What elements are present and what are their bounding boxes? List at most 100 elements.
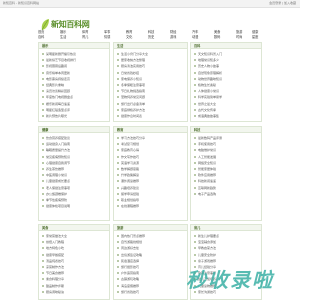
list-item-link[interactable]: 考试复习规划	[121, 142, 139, 146]
list-item-link[interactable]: 睡眠质量提升方法	[46, 148, 70, 152]
list-item-link[interactable]: 网络安全知识	[198, 161, 216, 165]
list-item-link[interactable]: 科技新闻速递	[198, 179, 216, 183]
list-item-link[interactable]: 饮食营养搭配建议	[46, 136, 70, 140]
list-item-link[interactable]: 凉菜制作方法	[46, 265, 64, 269]
list-item-link[interactable]: 旅行省钱技巧	[121, 290, 139, 294]
list-item-link[interactable]: 健康早餐搭配	[46, 253, 64, 257]
list-item-link[interactable]: 电影票房持续走高	[46, 77, 70, 81]
list-item-link[interactable]: 最新数码产品评测	[198, 136, 222, 140]
list-item-link[interactable]: 人体健康小常识	[198, 89, 219, 93]
list-item-link[interactable]: 厨房清洁实用技巧	[121, 64, 145, 68]
list-item-link[interactable]: 家庭教育心得	[121, 148, 139, 152]
list-item[interactable]: 在线课程推荐	[114, 203, 187, 209]
nav-item[interactable]: 百科	[38, 35, 44, 39]
list-item-link[interactable]: 健康作息时间表	[121, 114, 142, 118]
list-item-link[interactable]: 学习方法技巧分享	[121, 136, 145, 140]
list-item-link[interactable]: 科学实验简单易学	[198, 95, 222, 99]
list-item-link[interactable]: 家常菜做法大全	[46, 234, 67, 238]
list-item[interactable]: 厨房调味秘诀	[39, 289, 109, 295]
nav-item[interactable]: 动漫	[192, 35, 198, 39]
list-item-link[interactable]: 历史人物小故事	[198, 64, 219, 68]
list-item-link[interactable]: 演员访谈精彩回顾	[46, 89, 70, 93]
list-item-link[interactable]: 数学解题思路	[121, 167, 139, 171]
list-item-link[interactable]: 明星红毯造型点评	[46, 108, 70, 112]
nav-item[interactable]: 生活	[60, 35, 66, 39]
list-item-link[interactable]: 儿童安全防护	[198, 253, 216, 257]
nav-item[interactable]: 健康	[252, 30, 258, 34]
list-item-link[interactable]: 养生茶饮推荐	[46, 167, 64, 171]
list-item-link[interactable]: 职业规划指导	[121, 198, 139, 202]
list-item-link[interactable]: 居家收纳方法整理	[121, 58, 145, 62]
list-item-link[interactable]: 古镇游玩攻略	[121, 277, 139, 281]
nav-item[interactable]: 育儿	[82, 35, 88, 39]
list-item-link[interactable]: 音乐榜单本周更新	[46, 71, 70, 75]
list-item-link[interactable]: 电子产品选购	[198, 192, 216, 196]
list-item-link[interactable]: 老人保健注意事项	[46, 186, 70, 190]
nav-item[interactable]: 财经	[170, 30, 176, 34]
list-item-link[interactable]: 英语学习资源	[121, 161, 139, 165]
list-item-link[interactable]: 年度热门电视剧盘点	[46, 95, 73, 99]
list-item-link[interactable]: 兴趣培养建议	[121, 186, 139, 190]
list-item-link[interactable]: 季节性疾病预防	[46, 198, 67, 202]
list-item-link[interactable]: 宝宝辅食添加	[198, 240, 216, 244]
list-item[interactable]: 成语典故故事集	[191, 113, 261, 119]
list-item-link[interactable]: 旅行摄影技巧	[121, 265, 139, 269]
list-item-link[interactable]: 周边游好去处	[121, 246, 139, 250]
list-item-link[interactable]: 节日礼物挑选指南	[121, 89, 145, 93]
list-item-link[interactable]: 课外阅读推荐	[121, 179, 139, 183]
list-item-link[interactable]: 成语典故故事集	[198, 114, 219, 118]
list-item-link[interactable]: 世界之最大全	[198, 102, 216, 106]
list-item-link[interactable]: 作文写作技巧	[121, 155, 139, 159]
nav-item[interactable]: 文化	[126, 35, 132, 39]
list-item-link[interactable]: 家电保养小知识	[121, 77, 142, 81]
nav-item[interactable]: 游戏	[170, 35, 176, 39]
list-item-link[interactable]: 在线课程推荐	[121, 204, 139, 208]
nav-item[interactable]: 时尚	[236, 35, 242, 39]
list-item-link[interactable]: 娱乐新闻每日速递	[46, 102, 70, 106]
list-item-link[interactable]: 植物生长奥秘	[198, 83, 216, 87]
list-item[interactable]: 新片预告片曝光	[39, 113, 109, 119]
list-item[interactable]: 健康体检项目说明	[39, 203, 109, 209]
list-item-link[interactable]: 民宿酒店选择	[121, 259, 139, 263]
nav-item[interactable]: 旅游	[236, 30, 242, 34]
list-item-link[interactable]: 留学申请经验	[121, 192, 139, 196]
list-item-link[interactable]: 人工智能发展	[198, 155, 216, 159]
list-item-link[interactable]: 家庭绿植养护方法	[121, 108, 145, 112]
list-item-link[interactable]: 影视圈幕后趣闻	[46, 64, 67, 68]
nav-item[interactable]: 数码	[214, 35, 220, 39]
list-item-link[interactable]: 心理健康自我调节	[46, 161, 70, 165]
list-item-link[interactable]: 节日美食推荐	[46, 271, 64, 275]
nav-item[interactable]: 美食	[214, 30, 220, 34]
nav-item[interactable]: 科技	[148, 30, 154, 34]
nav-item[interactable]: 情感	[104, 35, 110, 39]
list-item-link[interactable]: 某明星新剧开播引热议	[46, 52, 76, 56]
list-item-link[interactable]: 天文知识科普入门	[198, 52, 222, 56]
list-item-link[interactable]: 中医调理小常识	[46, 173, 67, 177]
nav-item[interactable]: 教育	[126, 30, 132, 34]
list-item-link[interactable]: 儿童健康成长要点	[46, 179, 70, 183]
list-item-link[interactable]: 旅行出行必备清单	[121, 102, 145, 106]
list-item-link[interactable]: 地理常识知多少	[198, 58, 219, 62]
nav-item[interactable]: 历史	[148, 35, 154, 39]
list-item-link[interactable]: 海岛度假推荐	[121, 284, 139, 288]
list-item-link[interactable]: 运动健身入门指南	[46, 142, 70, 146]
list-item-link[interactable]: 早教启蒙方法	[198, 246, 216, 250]
list-item-link[interactable]: 出境游签证攻略	[121, 253, 142, 257]
list-item-link[interactable]: 最新综艺节目收视排行	[46, 58, 76, 62]
list-item-link[interactable]: 甜品制作步骤	[46, 284, 64, 288]
list-item-link[interactable]: 生活小窍门分享大全	[121, 52, 148, 56]
list-item-link[interactable]: 亲子游戏推荐	[198, 259, 216, 263]
list-item[interactable]: 旅行省钱技巧	[114, 289, 187, 295]
nav-item[interactable]: 军事	[104, 30, 110, 34]
list-item-link[interactable]: 动物世界趣味知识	[198, 77, 222, 81]
list-item[interactable]: 电子产品选购	[191, 191, 261, 197]
list-item-link[interactable]: 烘焙入门教程	[46, 240, 64, 244]
list-item-link[interactable]: 素食料理分享	[46, 277, 64, 281]
list-item-link[interactable]: 户外露营指南	[121, 271, 139, 275]
nav-item[interactable]: 首页	[38, 30, 44, 34]
nav-item[interactable]: 汽车	[192, 30, 198, 34]
list-item-link[interactable]: 常见疾病预防知识	[46, 155, 70, 159]
list-item-link[interactable]: 冬季保暖注意事项	[121, 83, 145, 87]
list-item-link[interactable]: 新生儿护理要点	[198, 234, 219, 238]
list-item-link[interactable]: 宠物饲养常见问题	[121, 95, 145, 99]
